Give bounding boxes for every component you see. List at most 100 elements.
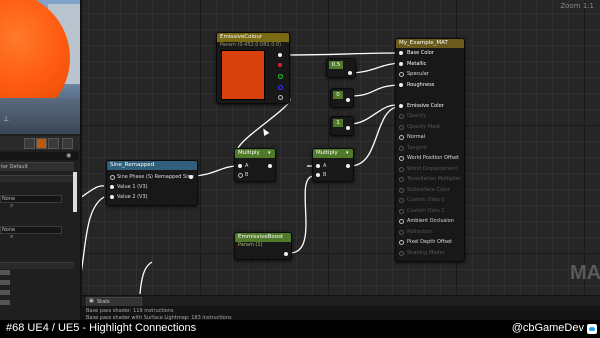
- output-pin-rgb[interactable]: [278, 53, 282, 57]
- input-pin[interactable]: [399, 145, 404, 151]
- material-input-label: Pixel Depth Offset: [407, 239, 452, 245]
- input-pin-value2[interactable]: [110, 195, 114, 199]
- constant-value: 0.5: [329, 61, 343, 69]
- output-pin-b[interactable]: [278, 85, 283, 90]
- output-pin-r[interactable]: [278, 63, 282, 67]
- input-pin[interactable]: [399, 198, 404, 203]
- multiply-node-1[interactable]: Multiply ▾ A B: [234, 148, 276, 182]
- emissive-boost-node[interactable]: EmmissiveBoost Param (1): [234, 232, 292, 260]
- sine-remapped-node[interactable]: Sine_Remapped Sine Phase (S) Remapped Si…: [106, 160, 198, 206]
- dropdown[interactable]: [0, 300, 10, 305]
- input-pin[interactable]: [399, 250, 404, 256]
- input-pin[interactable]: [399, 124, 404, 130]
- input-pin-value1[interactable]: [110, 185, 114, 189]
- material-preview-viewport[interactable]: ⊥: [0, 0, 80, 134]
- input-pin-a[interactable]: [316, 164, 320, 168]
- stats-log: Base pass shader: 119 instructions Base …: [82, 306, 600, 321]
- eye-icon[interactable]: ◉: [66, 152, 71, 159]
- multiply-node-2[interactable]: Multiply ▾ A B: [312, 148, 354, 182]
- preview-button[interactable]: [62, 138, 73, 149]
- input-pin[interactable]: [399, 166, 404, 172]
- material-input-label: Emissive Color: [407, 102, 444, 109]
- parameter-defaults-section[interactable]: ter Default: [0, 162, 74, 171]
- material-input-label: Base Color: [407, 50, 434, 56]
- pin-label: Value 2 (V3): [117, 194, 148, 200]
- preview-sphere-button[interactable]: [36, 138, 47, 149]
- dropdown[interactable]: [0, 290, 10, 295]
- input-pin[interactable]: [399, 229, 404, 235]
- details-panel: ⊥ ◉ ter Default None ⌕ None ⌕: [0, 0, 82, 338]
- material-editor-viewport: ⊥ ◉ ter Default None ⌕ None ⌕ Zoom 1:1 M…: [0, 0, 600, 338]
- material-input-label: World Position Offset: [407, 155, 459, 161]
- input-pin-sine-phase[interactable]: [110, 175, 115, 180]
- material-input-label: Tessellation Multiplier: [407, 176, 461, 182]
- input-pin[interactable]: [399, 240, 404, 245]
- input-pin[interactable]: [399, 51, 403, 55]
- pin-label: Sine Phase (S) Remapped Sine: [117, 174, 194, 180]
- dropdown[interactable]: [0, 280, 10, 285]
- input-pin[interactable]: [399, 156, 404, 161]
- color-swatch: [221, 50, 265, 100]
- output-pin[interactable]: [268, 164, 272, 168]
- output-pin[interactable]: [348, 71, 352, 75]
- chevron-down-icon[interactable]: ▾: [268, 150, 271, 156]
- search-details-field[interactable]: ◉: [0, 152, 78, 160]
- input-pin[interactable]: [399, 72, 404, 77]
- input-pin[interactable]: [399, 187, 404, 193]
- material-input-label: World Displacement: [407, 165, 458, 172]
- node-subtitle: Param (1): [238, 242, 263, 248]
- output-pin[interactable]: [346, 164, 350, 168]
- node-title: Sine_Remapped: [107, 161, 197, 170]
- dropdown[interactable]: [0, 270, 10, 275]
- input-pin-b[interactable]: [316, 173, 320, 177]
- pin-label: Value 1 (V3): [117, 184, 148, 190]
- material-graph[interactable]: Zoom 1:1 MATERIAL EmissiveColour Param (: [82, 0, 600, 295]
- wire-value2-left: [82, 196, 105, 272]
- output-pin[interactable]: [346, 126, 350, 130]
- search-icon[interactable]: ⌕: [10, 233, 13, 241]
- output-pin-a[interactable]: [278, 95, 283, 100]
- input-pin[interactable]: [399, 114, 404, 119]
- node-title: My_Example_MAT: [396, 39, 464, 48]
- input-pin-b[interactable]: [238, 173, 243, 178]
- constant-node-zero[interactable]: 0: [330, 88, 354, 108]
- material-input-label: Custom Data 1: [407, 207, 445, 214]
- material-input-label: Metallic: [407, 60, 427, 67]
- preview-button[interactable]: [24, 138, 35, 149]
- output-pin-g[interactable]: [278, 74, 283, 79]
- preview-button[interactable]: [48, 138, 59, 149]
- constant-node-metallic[interactable]: 0.5: [326, 58, 356, 78]
- wire-emissive-to-multiply: [236, 96, 291, 154]
- input-pin[interactable]: [399, 61, 403, 66]
- wire-sine-to-multiply1: [191, 165, 238, 177]
- material-input-label: Normal: [407, 134, 426, 140]
- main-material-node[interactable]: My_Example_MAT Base Color Metallic Specula…: [395, 38, 465, 262]
- input-pin[interactable]: [399, 135, 404, 140]
- section-label: ter Default: [1, 164, 28, 170]
- input-pin[interactable]: [399, 219, 404, 224]
- stats-line: Base pass shader: 119 instructions: [86, 308, 174, 314]
- output-pin[interactable]: [284, 252, 288, 256]
- node-subtitle: Param (0.452,0.081,0.0): [220, 42, 282, 48]
- output-pin[interactable]: [346, 98, 350, 102]
- preview-toolbar: [0, 136, 80, 150]
- input-pin[interactable]: [399, 103, 403, 108]
- search-icon[interactable]: ⌕: [10, 202, 13, 210]
- chevron-down-icon[interactable]: ▾: [346, 150, 349, 156]
- wire-bottom: [139, 261, 153, 295]
- constant-node-one[interactable]: 1: [330, 116, 354, 136]
- output-pin[interactable]: [189, 175, 193, 179]
- wire-boost-to-multiply2: [289, 175, 315, 254]
- constant-value: 1: [333, 119, 343, 127]
- pin-label: B: [245, 172, 249, 178]
- details-scrollbar[interactable]: [73, 172, 77, 212]
- input-pin[interactable]: [399, 82, 403, 87]
- material-input-label: Ambient Occlusion: [407, 218, 454, 224]
- input-pin-a[interactable]: [238, 164, 242, 168]
- input-pin[interactable]: [399, 208, 404, 214]
- wire-basecolor: [283, 52, 403, 56]
- pin-label: A: [245, 163, 249, 169]
- material-input-label: Tangent: [407, 144, 427, 151]
- emissive-colour-node[interactable]: EmissiveColour Param (0.452,0.081,0.0): [216, 32, 290, 104]
- input-pin[interactable]: [399, 177, 404, 182]
